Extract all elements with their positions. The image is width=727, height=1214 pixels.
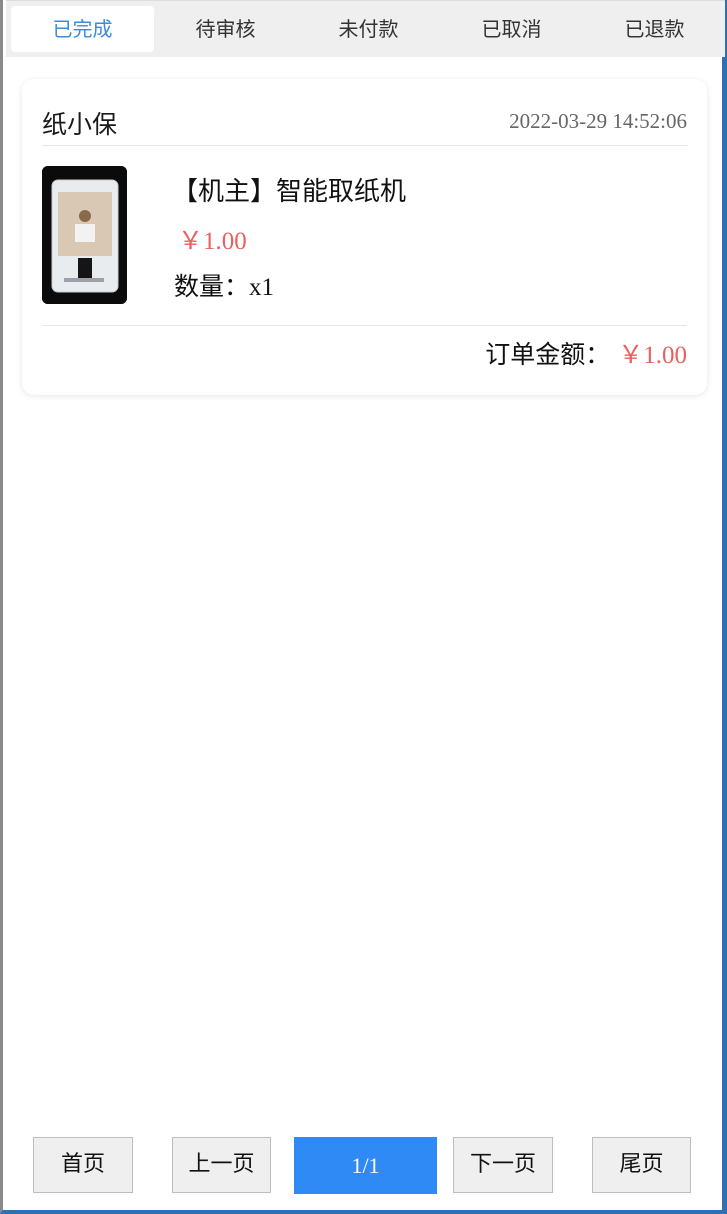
app-window: 已完成 待审核 未付款 已取消 已退款 纸小保 2022-03-29 14:52…	[0, 0, 727, 1214]
order-total-label: 订单金额：	[485, 340, 611, 369]
next-page-button[interactable]: 下一页	[453, 1137, 553, 1193]
order-status-tabs: 已完成 待审核 未付款 已取消 已退款	[6, 0, 725, 57]
product-name[interactable]: 【机主】智能取纸机	[172, 171, 406, 208]
order-total-row: 订单金额： ￥1.00	[485, 335, 687, 371]
quantity-label: 数量：	[174, 272, 250, 301]
footer-divider	[42, 325, 687, 326]
tab-pending-review[interactable]: 待审核	[154, 6, 297, 52]
tab-cancelled[interactable]: 已取消	[440, 6, 583, 52]
order-total-value: ￥1.00	[618, 342, 687, 369]
order-time: 2022-03-29 14:52:06	[509, 109, 687, 133]
header-divider	[42, 145, 687, 146]
last-page-button[interactable]: 尾页	[592, 1137, 691, 1193]
tab-completed[interactable]: 已完成	[11, 6, 154, 52]
product-price: ￥1.00	[178, 228, 247, 255]
tab-refunded[interactable]: 已退款	[583, 6, 726, 52]
order-card[interactable]: 纸小保 2022-03-29 14:52:06 【机主】智能取纸机 ￥1.00 …	[22, 79, 707, 395]
prev-page-button[interactable]: 上一页	[172, 1137, 271, 1193]
shop-name: 纸小保	[42, 110, 118, 139]
quantity-row: 数量：x1	[174, 267, 274, 303]
tab-unpaid[interactable]: 未付款	[297, 6, 440, 52]
product-image	[42, 166, 127, 304]
first-page-button[interactable]: 首页	[33, 1137, 133, 1193]
quantity-value: x1	[249, 274, 275, 301]
current-page-indicator: 1/1	[294, 1137, 437, 1194]
product-image-graphic	[42, 166, 127, 304]
